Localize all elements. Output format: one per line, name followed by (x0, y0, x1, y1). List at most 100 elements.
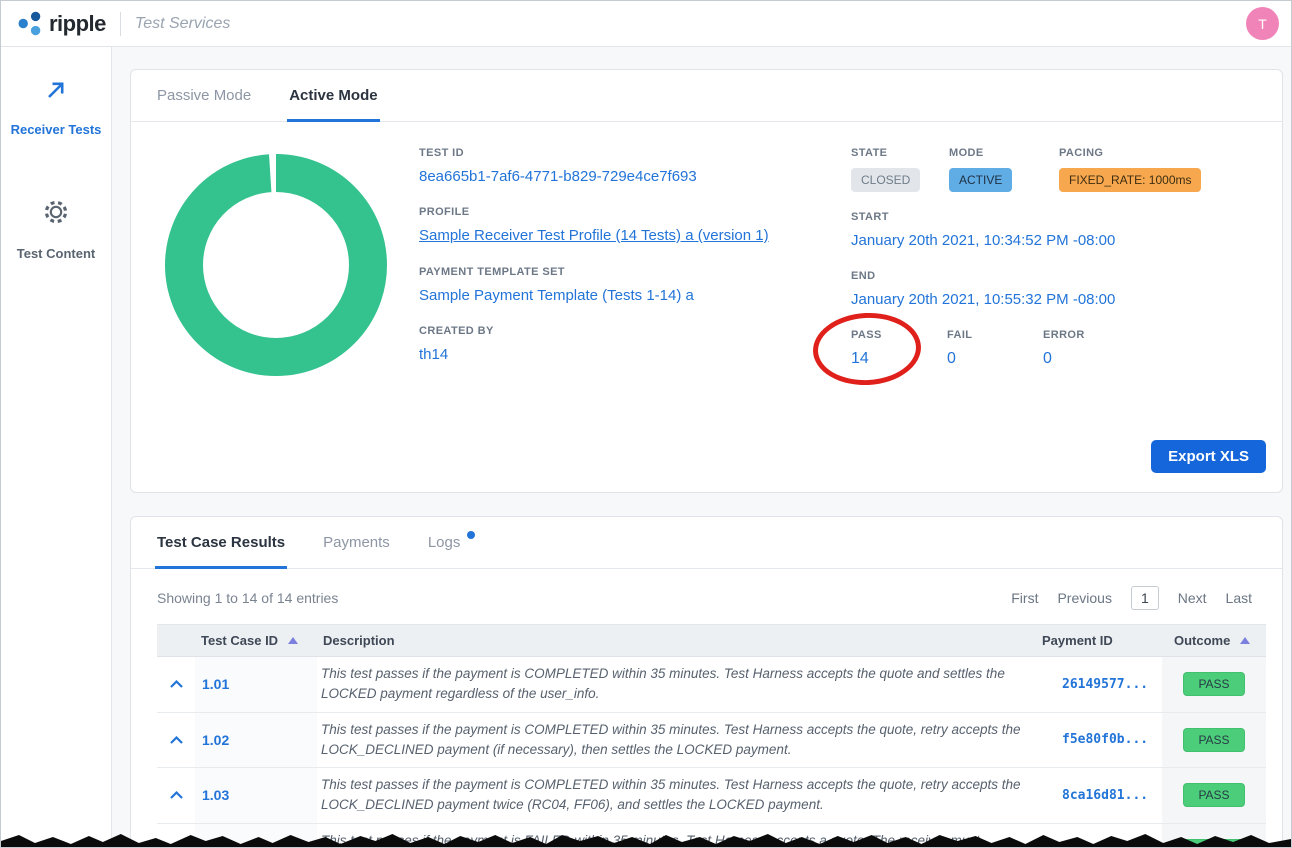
description-cell: This test passes if the payment is FAILE… (317, 824, 1036, 848)
page-current[interactable]: 1 (1131, 586, 1159, 610)
sort-asc-icon (1240, 637, 1250, 644)
pagination: First Previous 1 Next Last (1011, 586, 1252, 610)
stat-fail: FAIL 0 (947, 329, 1043, 368)
col-outcome[interactable]: Outcome (1162, 625, 1266, 656)
field-mode: MODE ACTIVE (949, 147, 1059, 192)
tab-active-mode[interactable]: Active Mode (289, 70, 377, 121)
pass-badge: PASS (1183, 783, 1244, 807)
page-first[interactable]: First (1011, 590, 1038, 606)
top-bar: ripple Test Services T (1, 1, 1291, 47)
col-payment-id-label: Payment ID (1042, 633, 1113, 648)
page-next[interactable]: Next (1178, 590, 1207, 606)
payment-id-link[interactable]: f5e80f0b... (1036, 713, 1162, 768)
test-results-card: Test Case Results Payments Logs Showing … (130, 516, 1283, 848)
created-by-value: th14 (419, 346, 851, 363)
tab-test-case-results[interactable]: Test Case Results (157, 517, 285, 568)
row-collapse-toggle[interactable] (157, 768, 195, 823)
page-previous[interactable]: Previous (1057, 590, 1111, 606)
arrow-up-right-icon (43, 77, 69, 108)
table-row[interactable]: 1.03 This test passes if the payment is … (157, 768, 1266, 824)
export-xls-button[interactable]: Export XLS (1151, 440, 1266, 473)
sort-asc-icon (288, 637, 298, 644)
logs-notification-dot (467, 531, 475, 539)
payment-template-value: Sample Payment Template (Tests 1-14) a (419, 287, 851, 304)
chevron-up-icon (169, 735, 184, 745)
page-last[interactable]: Last (1226, 590, 1252, 606)
row-collapse-toggle[interactable] (157, 713, 195, 768)
table-row[interactable]: 1.04 This test passes if the payment is … (157, 824, 1266, 848)
created-by-label: CREATED BY (419, 325, 851, 337)
table-row[interactable]: 1.01 This test passes if the payment is … (157, 657, 1266, 713)
payment-template-label: PAYMENT TEMPLATE SET (419, 266, 851, 278)
col-description[interactable]: Description (317, 625, 1036, 656)
payment-id-link[interactable]: 26149577... (1036, 657, 1162, 712)
col-test-case-id-label: Test Case ID (201, 633, 278, 648)
profile-label: PROFILE (419, 206, 851, 218)
description-cell: This test passes if the payment is COMPL… (317, 713, 1036, 768)
col-payment-id[interactable]: Payment ID (1036, 625, 1162, 656)
main-content: Passive Mode Active Mode TEST ID 8ea665b… (112, 47, 1291, 848)
gear-icon (41, 197, 71, 232)
mode-badge: ACTIVE (949, 168, 1012, 192)
start-label: START (851, 211, 1256, 223)
ripple-logo[interactable]: ripple (17, 10, 106, 37)
results-table: Test Case ID Description Payment ID Outc… (157, 624, 1266, 848)
test-id-label: TEST ID (419, 147, 851, 159)
end-label: END (851, 270, 1256, 282)
tab-passive-mode[interactable]: Passive Mode (157, 70, 251, 121)
error-label: ERROR (1043, 329, 1139, 341)
end-value: January 20th 2021, 10:55:32 PM -08:00 (851, 291, 1256, 308)
tab-payments[interactable]: Payments (323, 517, 390, 568)
row-collapse-toggle[interactable] (157, 824, 195, 848)
tab-logs[interactable]: Logs (428, 517, 476, 568)
payment-id-link[interactable]: 24212701... (1036, 824, 1162, 848)
mode-tabbar: Passive Mode Active Mode (131, 70, 1282, 122)
table-header: Test Case ID Description Payment ID Outc… (157, 624, 1266, 657)
sidebar-item-receiver-tests[interactable]: Receiver Tests (11, 77, 102, 139)
brand-name: ripple (49, 11, 106, 37)
pass-badge: PASS (1183, 672, 1244, 696)
mode-label: MODE (949, 147, 1059, 159)
row-collapse-toggle[interactable] (157, 657, 195, 712)
donut-chart (165, 154, 387, 376)
col-expander (157, 625, 195, 656)
profile-link[interactable]: Sample Receiver Test Profile (14 Tests) … (419, 227, 769, 244)
test-summary-card: Passive Mode Active Mode TEST ID 8ea665b… (130, 69, 1283, 493)
app-title: Test Services (135, 15, 230, 33)
col-outcome-label: Outcome (1174, 633, 1230, 648)
test-case-id-cell: 1.01 (195, 657, 317, 712)
description-cell: This test passes if the payment is COMPL… (317, 768, 1036, 823)
payment-id-link[interactable]: 8ca16d81... (1036, 768, 1162, 823)
description-cell: This test passes if the payment is COMPL… (317, 657, 1036, 712)
sidebar: Receiver Tests Test Content (1, 47, 112, 848)
field-start: START January 20th 2021, 10:34:52 PM -08… (851, 211, 1256, 249)
stat-error: ERROR 0 (1043, 329, 1139, 368)
fail-value: 0 (947, 350, 1043, 368)
pass-badge: PASS (1183, 728, 1244, 752)
pass-label: PASS (851, 329, 947, 341)
test-case-id-cell: 1.04 (195, 824, 317, 848)
table-body: 1.01 This test passes if the payment is … (157, 657, 1266, 848)
field-pacing: PACING FIXED_RATE: 1000ms (1059, 147, 1201, 192)
chevron-up-icon (169, 679, 184, 689)
sidebar-label: Receiver Tests (11, 122, 102, 139)
field-end: END January 20th 2021, 10:55:32 PM -08:0… (851, 270, 1256, 308)
stat-pass: PASS 14 (851, 329, 947, 368)
outcome-cell: PASS (1162, 657, 1266, 712)
sidebar-label: Test Content (17, 246, 95, 263)
field-state: STATE CLOSED (851, 147, 949, 192)
pass-value: 14 (851, 350, 947, 368)
field-payment-template: PAYMENT TEMPLATE SET Sample Payment Temp… (419, 266, 851, 304)
col-description-label: Description (323, 633, 395, 648)
ripple-logo-icon (17, 10, 44, 37)
sidebar-item-test-content[interactable]: Test Content (17, 197, 95, 263)
header-divider (120, 12, 121, 36)
user-avatar[interactable]: T (1246, 7, 1279, 40)
chevron-up-icon (169, 790, 184, 800)
results-tabbar: Test Case Results Payments Logs (131, 517, 1282, 569)
test-case-id-cell: 1.02 (195, 713, 317, 768)
outcome-cell: PASS (1162, 824, 1266, 848)
col-test-case-id[interactable]: Test Case ID (195, 625, 317, 656)
table-row[interactable]: 1.02 This test passes if the payment is … (157, 713, 1266, 769)
state-label: STATE (851, 147, 949, 159)
